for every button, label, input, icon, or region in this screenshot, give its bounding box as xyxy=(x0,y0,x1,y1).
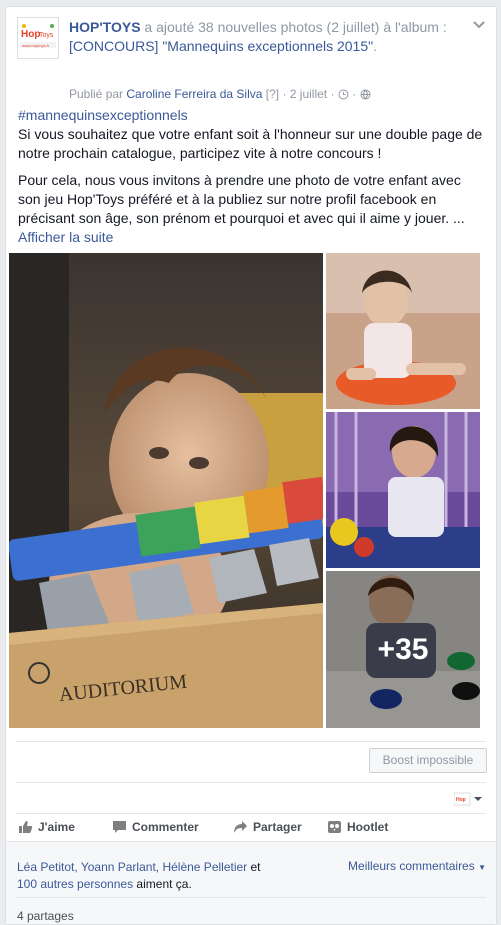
author-link[interactable]: Caroline Ferreira da Silva xyxy=(126,87,262,101)
share-arrow-icon xyxy=(234,821,247,833)
post-card: Hop Toys www.hoptoys.fr HOP'TOYS a ajout… xyxy=(5,6,497,925)
photo-thumb-1[interactable] xyxy=(326,253,480,409)
chevron-down-icon[interactable] xyxy=(472,19,486,31)
help-link[interactable]: [?] xyxy=(262,87,282,101)
post-body: #mannequinsexceptionnels Si vous souhaite… xyxy=(18,106,486,255)
globe-icon[interactable] xyxy=(360,89,371,103)
divider xyxy=(16,782,486,783)
page-name-link[interactable]: HOP'TOYS xyxy=(69,19,141,35)
photo-thumb-2[interactable] xyxy=(326,412,480,568)
comment-icon xyxy=(113,821,126,833)
action-text: a ajouté 38 nouvelles photos (2 juillet)… xyxy=(140,19,447,35)
album-suffix: . xyxy=(373,38,377,54)
comment-button[interactable]: Commenter xyxy=(112,820,199,834)
post-header: Hop Toys www.hoptoys.fr HOP'TOYS a ajout… xyxy=(17,17,486,101)
caret-down-icon: ▼ xyxy=(478,863,486,872)
page-logo[interactable]: Hop Toys www.hoptoys.fr xyxy=(17,17,59,59)
photo-grid: AUDITORIUM +35 xyxy=(9,253,480,728)
likes-and-text: et xyxy=(247,860,261,874)
comment-order-label: Meilleurs commentaires xyxy=(348,859,475,873)
post-paragraph-2: Pour cela, nous vous invitons à prendre … xyxy=(18,172,465,226)
svg-text:www.hoptoys.fr: www.hoptoys.fr xyxy=(22,43,50,48)
divider xyxy=(16,813,486,814)
likers-names-link[interactable]: Léa Petitot, Yoann Parlant, Hélène Pelle… xyxy=(17,860,247,874)
divider xyxy=(16,741,486,742)
other-likers-link[interactable]: 100 autres personnes xyxy=(17,877,133,891)
svg-text:Hop: Hop xyxy=(21,29,40,40)
more-photos-count[interactable]: +35 xyxy=(326,571,480,728)
thumbs-up-icon xyxy=(19,821,33,833)
post-headline: HOP'TOYS a ajouté 38 nouvelles photos (2… xyxy=(69,18,464,56)
divider xyxy=(16,897,486,898)
published-by-label: Publié par xyxy=(69,87,127,101)
share-label: Partager xyxy=(253,820,302,834)
post-date[interactable]: · 2 juillet · xyxy=(282,87,334,101)
hootlet-label: Hootlet xyxy=(347,820,389,834)
photo-thumb-more[interactable]: +35 xyxy=(326,571,480,728)
owl-icon xyxy=(328,821,341,833)
like-label: J'aime xyxy=(38,820,75,834)
comment-label: Commenter xyxy=(132,820,199,834)
post-footer: Léa Petitot, Yoann Parlant, Hélène Pelle… xyxy=(6,841,496,924)
clock-icon xyxy=(338,89,349,103)
post-meta: Publié par Caroline Ferreira da Silva [?… xyxy=(69,87,371,103)
likes-suffix-text: aiment ça. xyxy=(133,877,192,891)
shares-count-link[interactable]: 4 partages xyxy=(17,909,74,923)
hashtag-link[interactable]: #mannequinsexceptionnels xyxy=(18,107,188,123)
comment-order-dropdown[interactable]: Meilleurs commentaires ▼ xyxy=(348,859,486,873)
likes-summary: Léa Petitot, Yoann Parlant, Hélène Pelle… xyxy=(17,859,261,893)
boost-button[interactable]: Boost impossible xyxy=(369,748,487,773)
svg-text:Hop: Hop xyxy=(456,797,466,803)
share-button[interactable]: Partager xyxy=(233,820,302,834)
svg-text:Toys: Toys xyxy=(39,32,54,39)
page-identity-selector[interactable]: Hop xyxy=(453,791,484,807)
see-more-link[interactable]: Afficher la suite xyxy=(18,229,113,245)
hoptoys-logo-icon: Hop Toys www.hoptoys.fr xyxy=(18,18,58,58)
main-photo[interactable]: AUDITORIUM xyxy=(9,253,323,728)
album-link[interactable]: [CONCOURS] "Mannequins exceptionnels 201… xyxy=(69,38,373,54)
like-button[interactable]: J'aime xyxy=(18,820,75,834)
post-paragraph-1: Si vous souhaitez que votre enfant soit … xyxy=(18,126,483,161)
hootlet-button[interactable]: Hootlet xyxy=(327,820,388,834)
